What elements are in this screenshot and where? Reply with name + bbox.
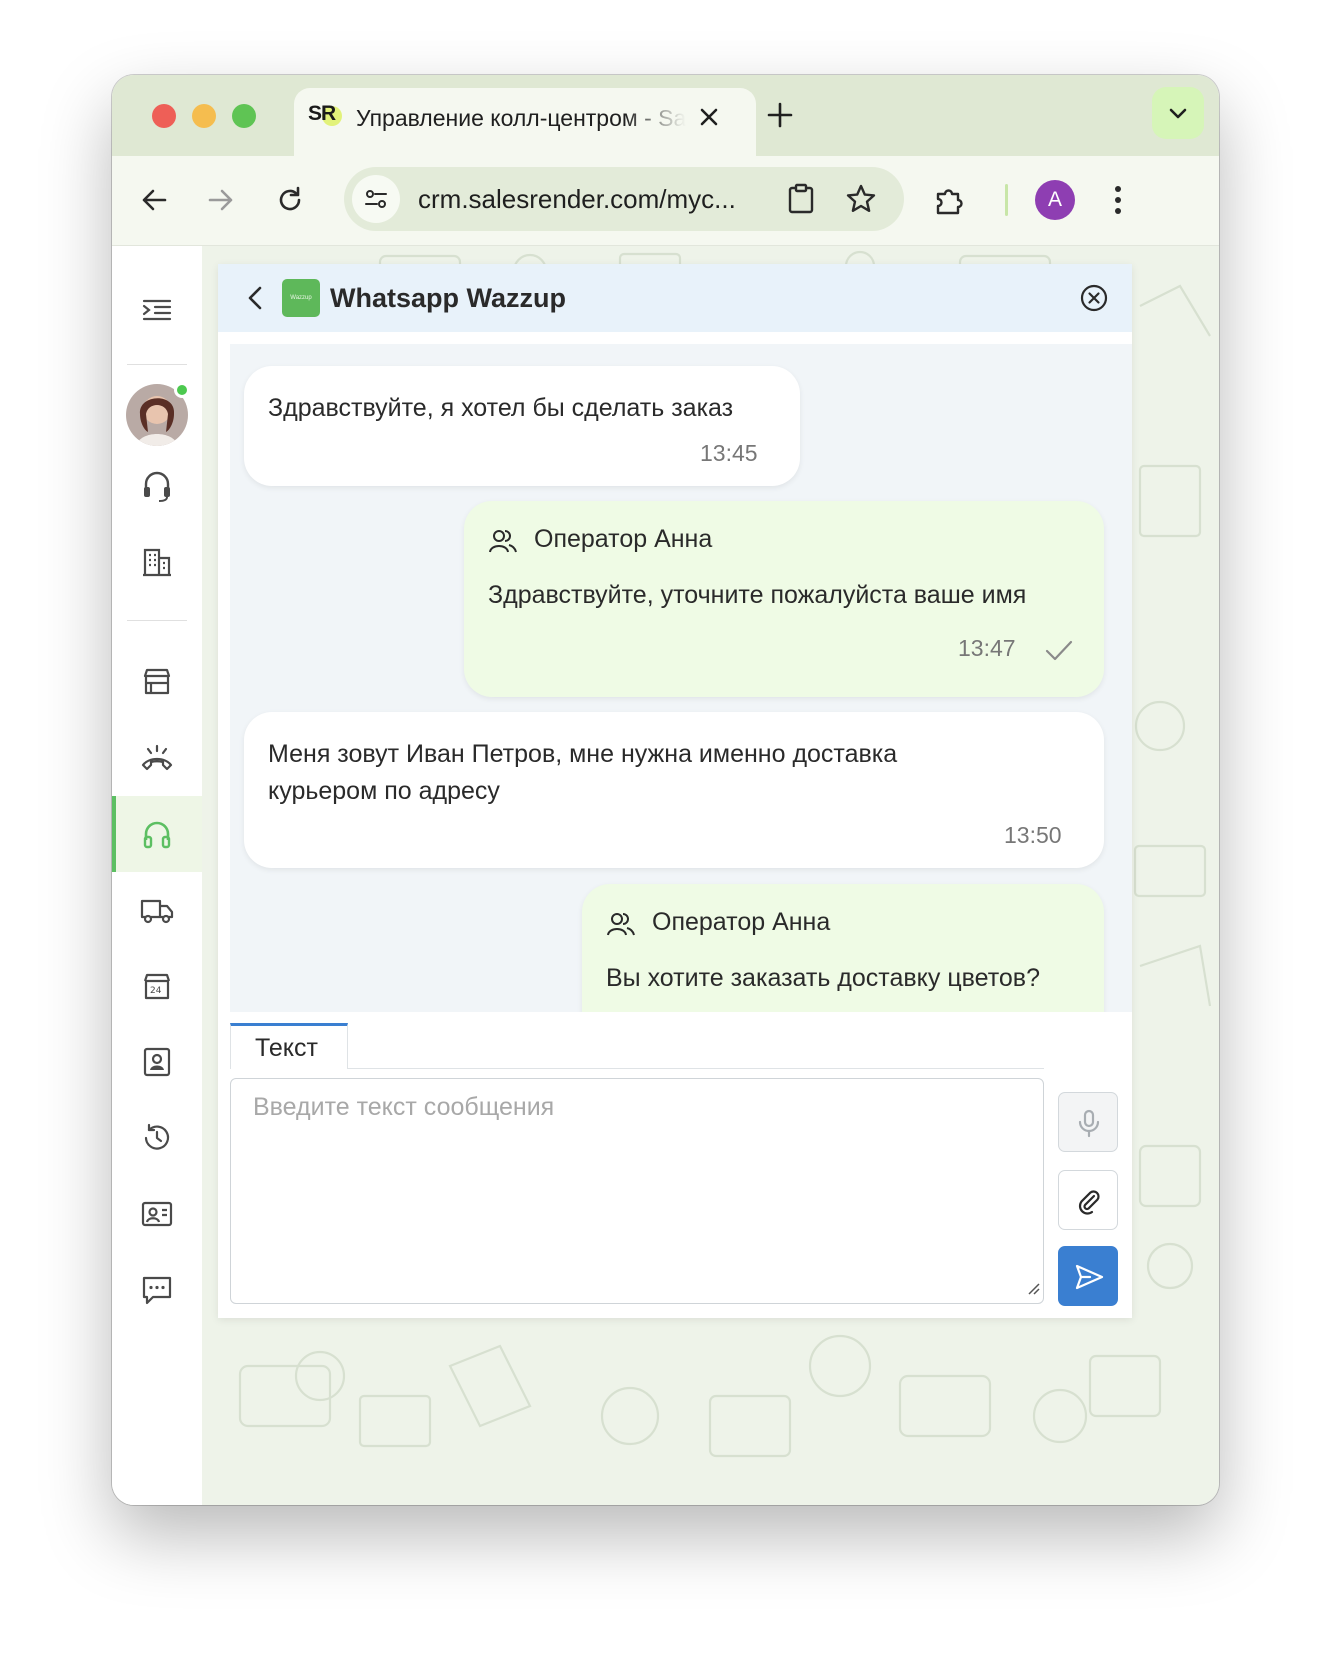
chat-icon <box>142 1276 172 1305</box>
sidebar-item-store-24[interactable]: 24 <box>112 948 202 1024</box>
wazzup-logo: Wazzup <box>282 279 320 317</box>
profile-avatar[interactable]: A <box>1035 180 1075 220</box>
message-time: 13:45 <box>700 440 758 466</box>
sidebar-menu-toggle[interactable] <box>112 272 202 348</box>
online-status-dot <box>174 382 190 398</box>
sidebar-item-delivery[interactable] <box>112 872 202 948</box>
message-text-line2: курьером по адресу <box>268 777 500 805</box>
browser-menu-icon[interactable] <box>1108 180 1128 220</box>
new-tab-icon[interactable] <box>762 97 798 133</box>
message-text: Вы хотите заказать доставку цветов? <box>606 964 1040 992</box>
tab-close-icon[interactable] <box>694 102 724 132</box>
url-text[interactable]: crm.salesrender.com/myc... <box>418 184 778 215</box>
chat-panel: Wazzup Whatsapp Wazzup Здравствуйте, я х… <box>218 264 1132 1318</box>
message-text-line1: Меня зовут Иван Петров, мне нужна именно… <box>268 740 898 768</box>
operator-icon <box>489 530 517 553</box>
back-chevron-icon[interactable] <box>242 284 270 317</box>
browser-tab[interactable]: SR Управление колл-центром - SalesRender <box>294 88 756 156</box>
delivery-truck-icon <box>140 899 174 924</box>
voice-record-button[interactable] <box>1058 1092 1118 1152</box>
tab-favicon: SR <box>308 102 342 134</box>
tabs-underline <box>348 1068 1044 1069</box>
tab-search-button[interactable] <box>1152 87 1204 139</box>
tab-strip: SR Управление колл-центром - SalesRender <box>112 75 1219 156</box>
page-content: 24 Wazzup Whatsapp Wazzup Здравствуйте, … <box>112 246 1219 1505</box>
sidebar-item-store[interactable] <box>112 644 202 720</box>
clipboard-icon[interactable] <box>784 182 818 221</box>
attach-file-button[interactable] <box>1058 1170 1118 1230</box>
chevron-down-icon <box>1169 108 1187 119</box>
left-sidebar: 24 <box>112 246 202 1505</box>
sidebar-item-calls[interactable] <box>112 720 202 796</box>
contact-card-icon <box>143 1047 171 1077</box>
message-outgoing: Оператор Анна Здравствуйте, уточните пож… <box>464 501 1104 697</box>
paperclip-icon <box>1078 1190 1100 1215</box>
tab-text[interactable]: Текст <box>230 1023 348 1069</box>
sidebar-item-clients[interactable] <box>112 1176 202 1252</box>
chat-title: Whatsapp Wazzup <box>330 283 566 313</box>
headphones-icon <box>143 821 171 849</box>
building-icon <box>143 548 171 577</box>
microphone-icon <box>1078 1109 1100 1138</box>
chat-header: Wazzup Whatsapp Wazzup <box>218 264 1132 332</box>
user-avatar[interactable] <box>126 382 190 448</box>
browser-toolbar: crm.salesrender.com/myc... A <box>112 156 1219 246</box>
extensions-puzzle-icon[interactable] <box>932 182 968 223</box>
sidebar-item-contacts[interactable] <box>112 1024 202 1100</box>
back-arrow-icon[interactable] <box>136 182 172 218</box>
message-time: 13:47 <box>958 635 1016 661</box>
phone-ringing-icon <box>141 744 173 771</box>
sidebar-divider <box>127 620 187 621</box>
toolbar-separator <box>1005 184 1008 216</box>
send-icon <box>1075 1264 1104 1290</box>
sidebar-item-companies[interactable] <box>112 524 202 600</box>
message-outgoing: Оператор Анна Вы хотите заказать доставк… <box>582 884 1104 1012</box>
sidebar-item-call-center[interactable] <box>112 448 202 524</box>
history-icon <box>144 1123 170 1150</box>
address-bar[interactable]: crm.salesrender.com/myc... <box>344 167 904 231</box>
resize-grip-icon[interactable] <box>1025 1280 1041 1301</box>
svg-text:24: 24 <box>150 986 162 996</box>
reload-icon[interactable] <box>272 182 308 218</box>
headset-icon <box>144 471 170 502</box>
send-button[interactable] <box>1058 1246 1118 1306</box>
browser-window: SR Управление колл-центром - SalesRender <box>112 75 1219 1505</box>
store-24-icon: 24 <box>143 973 171 1000</box>
message-text: Здравствуйте, уточните пожалуйста ваше и… <box>488 581 1027 609</box>
message-incoming: Меня зовут Иван Петров, мне нужна именно… <box>244 712 1104 868</box>
maximize-window-button[interactable] <box>232 104 256 128</box>
message-incoming: Здравствуйте, я хотел бы сделать заказ 1… <box>244 366 800 486</box>
bookmark-star-icon[interactable] <box>844 182 878 221</box>
delivered-check-icon <box>1044 639 1074 668</box>
message-input[interactable]: Введите текст сообщения <box>230 1078 1044 1304</box>
site-info-icon[interactable] <box>352 175 400 223</box>
store-icon <box>143 668 171 695</box>
menu-indent-icon <box>142 299 172 321</box>
sidebar-item-history[interactable] <box>112 1100 202 1176</box>
operator-icon <box>607 913 635 936</box>
message-text: Здравствуйте, я хотел бы сделать заказ <box>268 394 734 422</box>
message-list[interactable]: Здравствуйте, я хотел бы сделать заказ 1… <box>230 344 1132 1012</box>
minimize-window-button[interactable] <box>192 104 216 128</box>
sidebar-item-operators[interactable] <box>112 796 202 872</box>
close-circle-icon[interactable] <box>1080 284 1108 317</box>
message-time: 13:50 <box>1004 822 1062 848</box>
sidebar-divider <box>127 364 187 365</box>
forward-arrow-icon[interactable] <box>203 182 239 218</box>
close-window-button[interactable] <box>152 104 176 128</box>
message-input-placeholder: Введите текст сообщения <box>253 1093 555 1121</box>
id-card-icon <box>141 1201 173 1227</box>
sidebar-item-chats[interactable] <box>112 1252 202 1328</box>
